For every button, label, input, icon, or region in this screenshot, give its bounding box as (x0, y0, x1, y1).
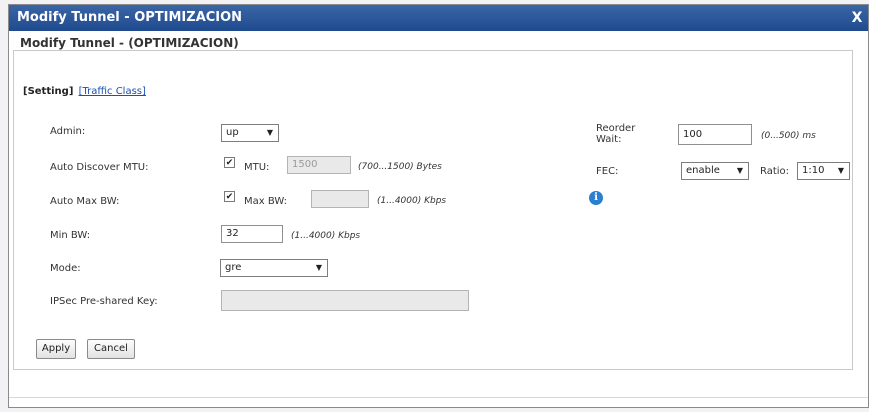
tab-setting[interactable]: [Setting] (23, 86, 73, 97)
mode-value: gre (225, 262, 242, 273)
ratio-value: 1:10 (802, 165, 825, 176)
min-bw-unit: (1...4000) Kbps (291, 231, 361, 241)
cancel-button[interactable]: Cancel (87, 339, 135, 359)
auto-discover-mtu-checkbox[interactable]: ✔ (224, 157, 235, 168)
admin-label: Admin: (50, 126, 86, 137)
dialog-title: Modify Tunnel - OPTIMIZACION (17, 10, 243, 25)
auto-discover-mtu-label: Auto Discover MTU: (50, 162, 149, 173)
max-bw-label: Max BW: (244, 196, 288, 207)
max-bw-unit: (1...4000) Kbps (377, 196, 447, 206)
chevron-down-icon: ▼ (736, 166, 743, 175)
ratio-label: Ratio: (760, 166, 790, 177)
apply-button[interactable]: Apply (36, 339, 76, 359)
chevron-down-icon: ▼ (837, 166, 844, 175)
fec-label: FEC: (596, 166, 619, 177)
min-bw-label: Min BW: (50, 230, 91, 241)
reorder-wait-input[interactable]: 100 (678, 124, 752, 145)
reorder-wait-unit: (0...500) ms (761, 131, 816, 141)
min-bw-input[interactable]: 32 (221, 225, 283, 243)
max-bw-input[interactable] (311, 190, 369, 208)
ipsec-key-label: IPSec Pre-shared Key: (50, 296, 158, 307)
section-title: Modify Tunnel - (OPTIMIZACION) (16, 36, 243, 50)
mtu-label: MTU: (244, 162, 270, 173)
chevron-down-icon: ▼ (266, 128, 273, 137)
divider (9, 397, 868, 398)
settings-fieldset (13, 50, 853, 370)
tab-traffic-class[interactable]: [Traffic Class] (79, 86, 146, 97)
ipsec-key-input[interactable] (221, 290, 469, 311)
mode-label: Mode: (50, 263, 81, 274)
ratio-select[interactable]: 1:10 ▼ (797, 162, 850, 180)
info-icon[interactable]: i (589, 191, 603, 205)
admin-value: up (226, 127, 239, 138)
tab-bar: [Setting] [Traffic Class] (23, 86, 146, 97)
auto-max-bw-label: Auto Max BW: (50, 196, 120, 207)
mode-select[interactable]: gre ▼ (220, 259, 328, 277)
chevron-down-icon: ▼ (315, 263, 322, 272)
dialog-titlebar[interactable]: Modify Tunnel - OPTIMIZACION (9, 5, 868, 31)
auto-max-bw-checkbox[interactable]: ✔ (224, 191, 235, 202)
close-icon[interactable]: X (848, 5, 866, 31)
mtu-input[interactable]: 1500 (287, 156, 351, 174)
reorder-wait-label: Reorder Wait: (596, 123, 636, 145)
mtu-unit: (700...1500) Bytes (358, 162, 442, 172)
fec-value: enable (686, 165, 720, 176)
admin-select[interactable]: up ▼ (221, 124, 279, 142)
fec-select[interactable]: enable ▼ (681, 162, 749, 180)
